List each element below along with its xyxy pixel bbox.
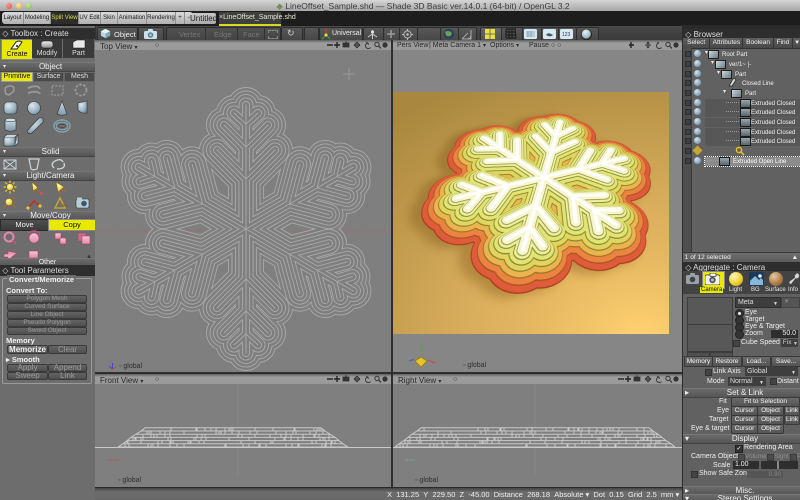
svg-text:123: 123 — [562, 32, 571, 38]
